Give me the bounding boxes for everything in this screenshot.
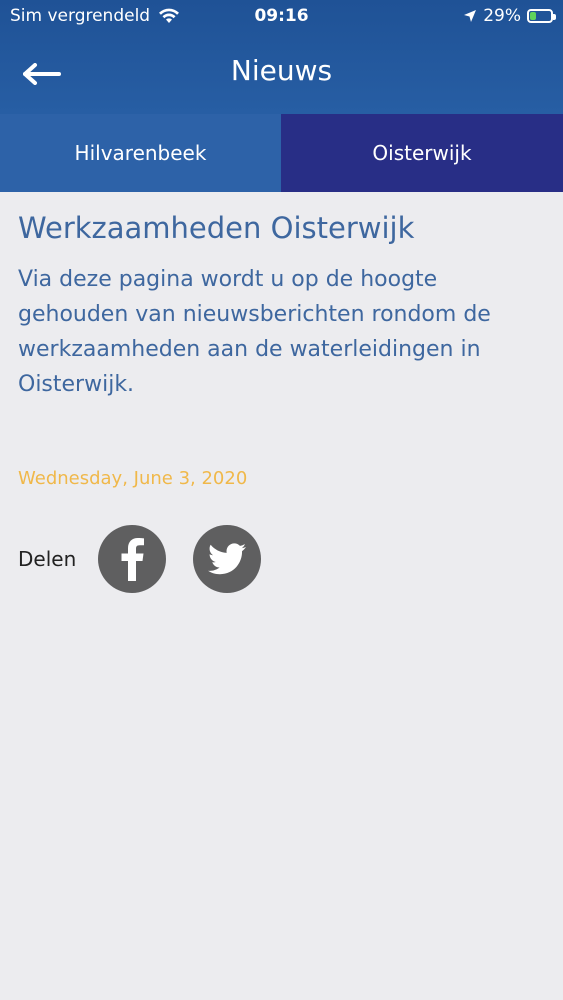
facebook-share-button[interactable] [98, 525, 167, 593]
page-title: Nieuws [230, 54, 333, 87]
battery-fill [530, 12, 536, 20]
tab-oisterwijk[interactable]: Oisterwijk [281, 114, 563, 192]
tab-bar: Hilvarenbeek Oisterwijk [0, 114, 563, 192]
share-label: Delen [18, 547, 77, 571]
twitter-icon [208, 543, 247, 575]
article-content: Werkzaamheden Oisterwijk Via deze pagina… [18, 192, 545, 489]
twitter-share-button[interactable] [193, 525, 262, 593]
location-arrow-icon [464, 10, 477, 22]
article-title: Werkzaamheden Oisterwijk [18, 211, 415, 245]
status-right: 29% [463, 6, 556, 26]
nav-bar: Nieuws [0, 34, 563, 114]
battery-percent: 29% [483, 6, 521, 26]
tab-hilvarenbeek[interactable]: Hilvarenbeek [0, 114, 281, 192]
article-date: Wednesday, June 3, 2020 [18, 468, 248, 489]
share-row: Delen [18, 524, 288, 594]
app-header: Sim vergrendeld 09:16 29% Nieuws [0, 0, 563, 114]
status-bar: Sim vergrendeld 09:16 29% [0, 0, 563, 34]
article-body: Via deze pagina wordt u op de hoogte geh… [18, 267, 491, 397]
facebook-icon [121, 538, 145, 581]
battery-icon [527, 9, 556, 23]
